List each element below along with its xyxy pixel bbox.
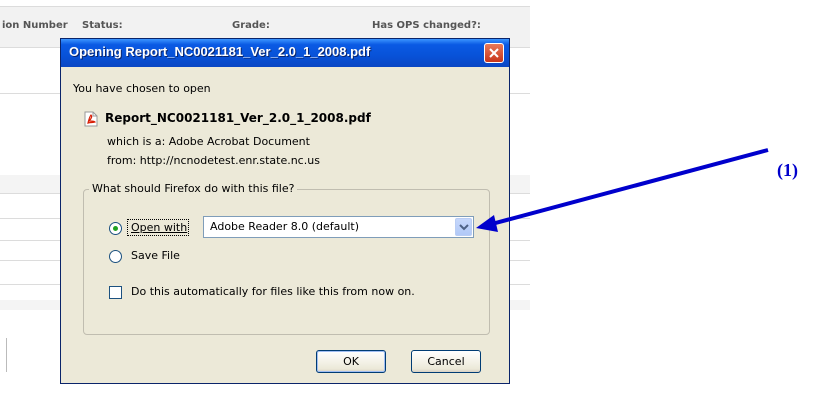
annotation-arrow — [476, 148, 769, 232]
annotation-label: (1) — [777, 160, 798, 180]
